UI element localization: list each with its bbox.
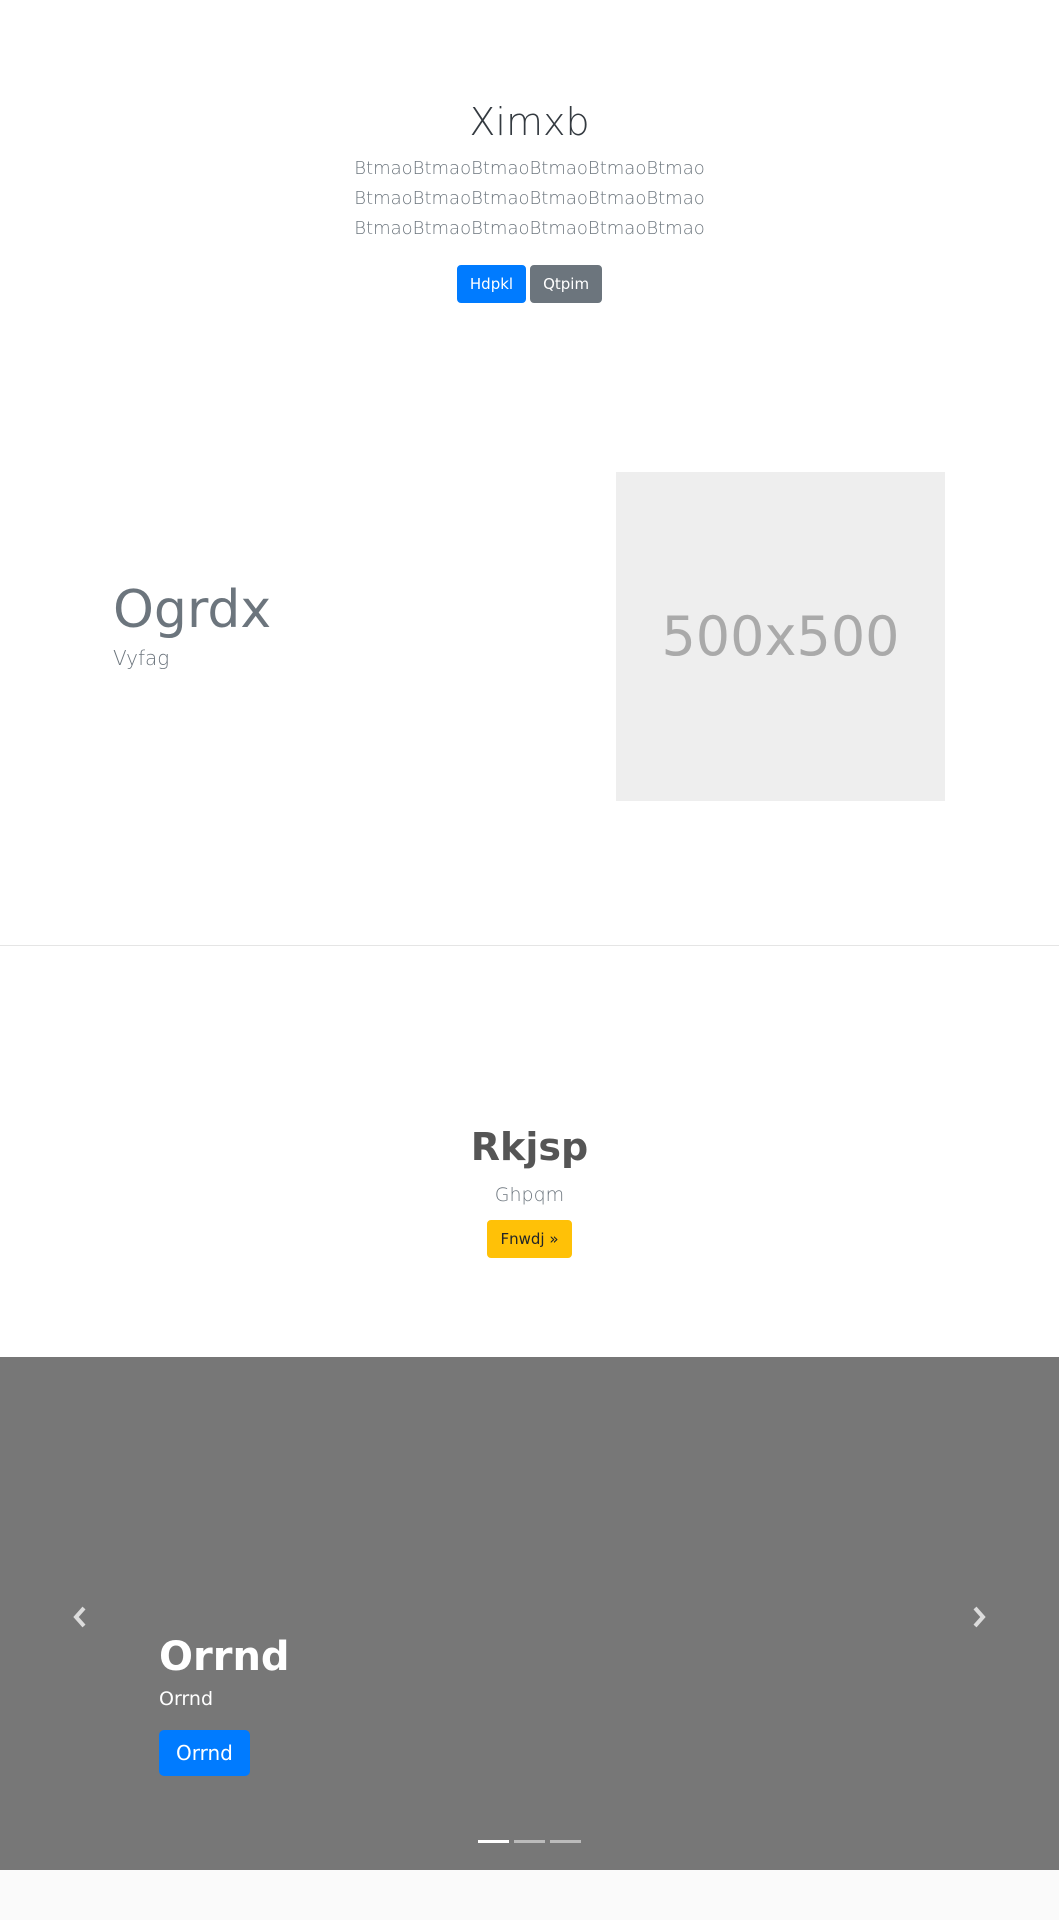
chevron-right-icon xyxy=(973,1606,986,1628)
carousel: Orrnd Orrnd Orrnd xyxy=(0,1357,1059,1870)
hero-title: Ximxb xyxy=(469,100,590,144)
carousel-prev-button[interactable] xyxy=(60,1597,100,1637)
hero-lead-line: BtmaoBtmaoBtmaoBtmaoBtmaoBtmao xyxy=(354,158,705,179)
hero-secondary-button[interactable]: Qtpim xyxy=(530,265,603,303)
carousel-caption-button[interactable]: Orrnd xyxy=(159,1730,250,1776)
cta-button[interactable]: Fnwdj » xyxy=(487,1220,572,1258)
hero-lead-line: BtmaoBtmaoBtmaoBtmaoBtmaoBtmao xyxy=(354,188,705,209)
cta-text: Ghpqm xyxy=(494,1184,565,1206)
carousel-indicator-2[interactable] xyxy=(514,1840,545,1843)
hero-section: Ximxb BtmaoBtmaoBtmaoBtmaoBtmaoBtmao Btm… xyxy=(0,0,1059,350)
hero-lead: BtmaoBtmaoBtmaoBtmaoBtmaoBtmao BtmaoBtma… xyxy=(0,154,1059,244)
cta-button-wrap: Fnwdj » xyxy=(0,1220,1059,1258)
cta-section: Rkjsp Ghpqm Fnwdj » xyxy=(0,1120,1059,1258)
chevron-left-icon xyxy=(73,1606,86,1628)
feature-subtitle: Vyfag xyxy=(113,646,170,670)
section-divider xyxy=(0,945,1059,946)
carousel-caption-title: Orrnd xyxy=(159,1634,290,1680)
hero-lead-line: BtmaoBtmaoBtmaoBtmaoBtmaoBtmao xyxy=(354,218,705,239)
footer-strip xyxy=(0,1870,1059,1920)
hero-primary-button[interactable]: Hdpkl xyxy=(456,265,527,303)
hero-buttons: Hdpkl Qtpim xyxy=(0,265,1059,303)
feature-image-label: 500x500 xyxy=(661,605,900,668)
carousel-next-button[interactable] xyxy=(959,1597,999,1637)
carousel-caption-text: Orrnd xyxy=(159,1688,214,1710)
feature-title: Ogrdx xyxy=(113,580,272,640)
feature-image: 500x500 xyxy=(616,472,945,801)
carousel-caption: Orrnd Orrnd Orrnd xyxy=(159,1632,290,1776)
carousel-indicator-1[interactable] xyxy=(478,1840,509,1843)
cta-title: Rkjsp xyxy=(470,1125,589,1169)
page: Ximxb BtmaoBtmaoBtmaoBtmaoBtmaoBtmao Btm… xyxy=(0,0,1059,1920)
carousel-indicator-3[interactable] xyxy=(550,1840,581,1843)
carousel-indicators xyxy=(0,1840,1059,1843)
